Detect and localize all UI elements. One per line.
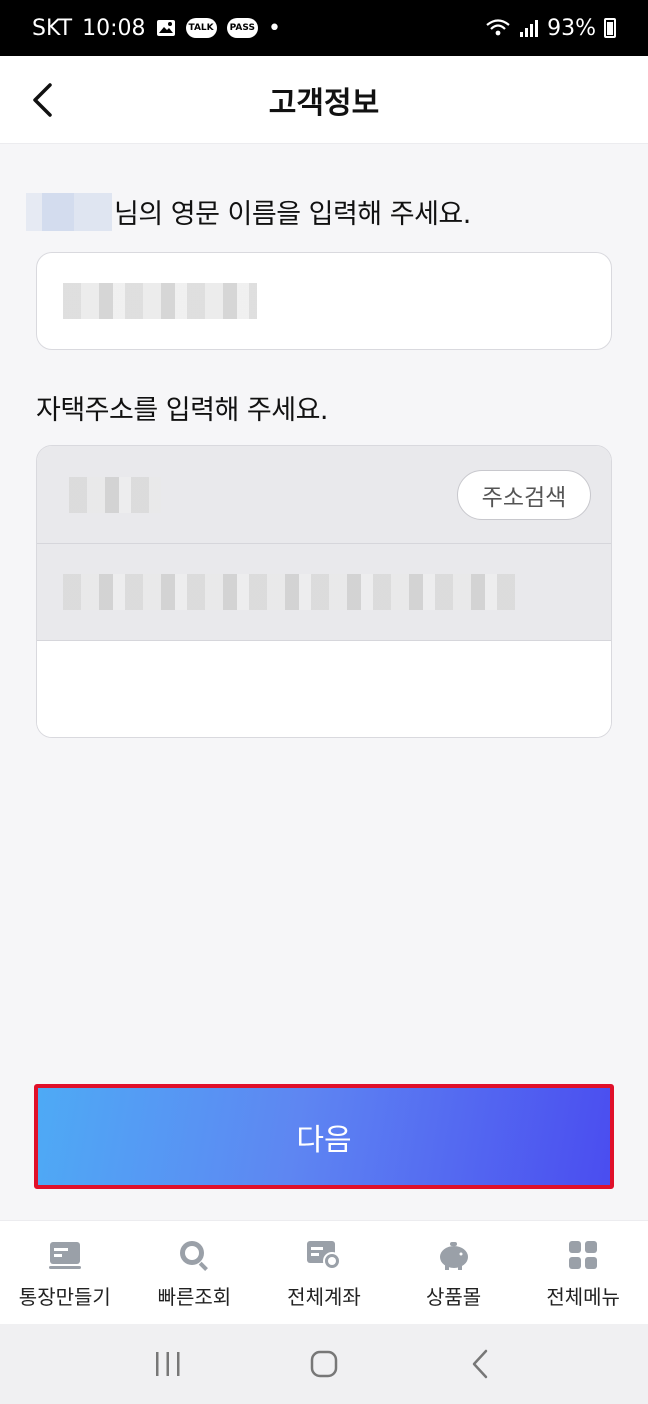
status-left: SKT 10:08 TALK PASS • [32, 16, 281, 41]
next-button[interactable]: 다음 [38, 1088, 610, 1185]
signal-icon [519, 18, 539, 38]
tab-label: 상품몰 [425, 1285, 482, 1309]
status-bar: SKT 10:08 TALK PASS • 93% [0, 0, 648, 56]
chevron-left-icon [33, 83, 52, 117]
address-line-row [37, 544, 611, 641]
tab-label: 전체계좌 [287, 1285, 361, 1309]
battery-icon [604, 18, 616, 38]
postal-code-row: 주소검색 [37, 446, 611, 544]
masked-postal-code [69, 476, 161, 513]
gallery-icon [156, 19, 176, 37]
grid-menu-icon [565, 1237, 601, 1273]
kakaotalk-icon: TALK [185, 18, 217, 38]
tab-label: 전체메뉴 [546, 1285, 620, 1309]
notification-dot: • [267, 15, 281, 41]
name-prompt: 님의 영문 이름을 입력해 주세요. [26, 192, 471, 231]
clock: 10:08 [82, 15, 146, 41]
tab-open-account[interactable]: 통장만들기 [0, 1221, 130, 1324]
english-name-input[interactable] [36, 252, 612, 350]
tab-label: 빠른조회 [157, 1285, 232, 1309]
masked-name-value [63, 283, 257, 319]
bottom-tab-bar: 통장만들기 빠른조회 전체계좌 상품몰 전체메뉴 [0, 1220, 648, 1324]
masked-address-line [63, 574, 515, 610]
address-box: 주소검색 [36, 445, 612, 738]
system-back-button[interactable] [450, 1334, 510, 1394]
page-title: 고객정보 [268, 85, 380, 121]
tab-quick-inquiry[interactable]: 빠른조회 [130, 1221, 260, 1324]
address-detail-input[interactable] [37, 641, 611, 737]
pass-icon: PASS [226, 18, 258, 38]
passbook-icon [47, 1237, 83, 1273]
name-prompt-text: 님의 영문 이름을 입력해 주세요. [114, 199, 471, 230]
masked-customer-name [26, 192, 112, 231]
tab-label: 통장만들기 [18, 1285, 111, 1309]
recent-apps-button[interactable] [138, 1334, 198, 1394]
all-accounts-icon [306, 1237, 342, 1273]
system-navigation-bar [0, 1324, 648, 1404]
next-button-highlight: 다음 [34, 1084, 614, 1189]
home-icon [310, 1350, 338, 1378]
battery-percent: 93% [547, 15, 596, 41]
address-search-button[interactable]: 주소검색 [457, 469, 591, 520]
back-button[interactable] [20, 78, 64, 122]
piggy-bank-icon [436, 1237, 472, 1273]
tab-all-accounts[interactable]: 전체계좌 [259, 1221, 389, 1324]
recent-apps-icon [156, 1352, 180, 1376]
home-button[interactable] [294, 1334, 354, 1394]
address-prompt: 자택주소를 입력해 주세요. [36, 395, 329, 426]
wifi-icon [485, 18, 511, 38]
tab-full-menu[interactable]: 전체메뉴 [518, 1221, 648, 1324]
carrier-label: SKT [32, 15, 73, 41]
status-right: 93% [485, 16, 616, 41]
tab-product-mall[interactable]: 상품몰 [389, 1221, 519, 1324]
header: 고객정보 [0, 56, 648, 144]
back-arrow-icon [472, 1349, 488, 1379]
quick-search-icon [176, 1237, 212, 1273]
